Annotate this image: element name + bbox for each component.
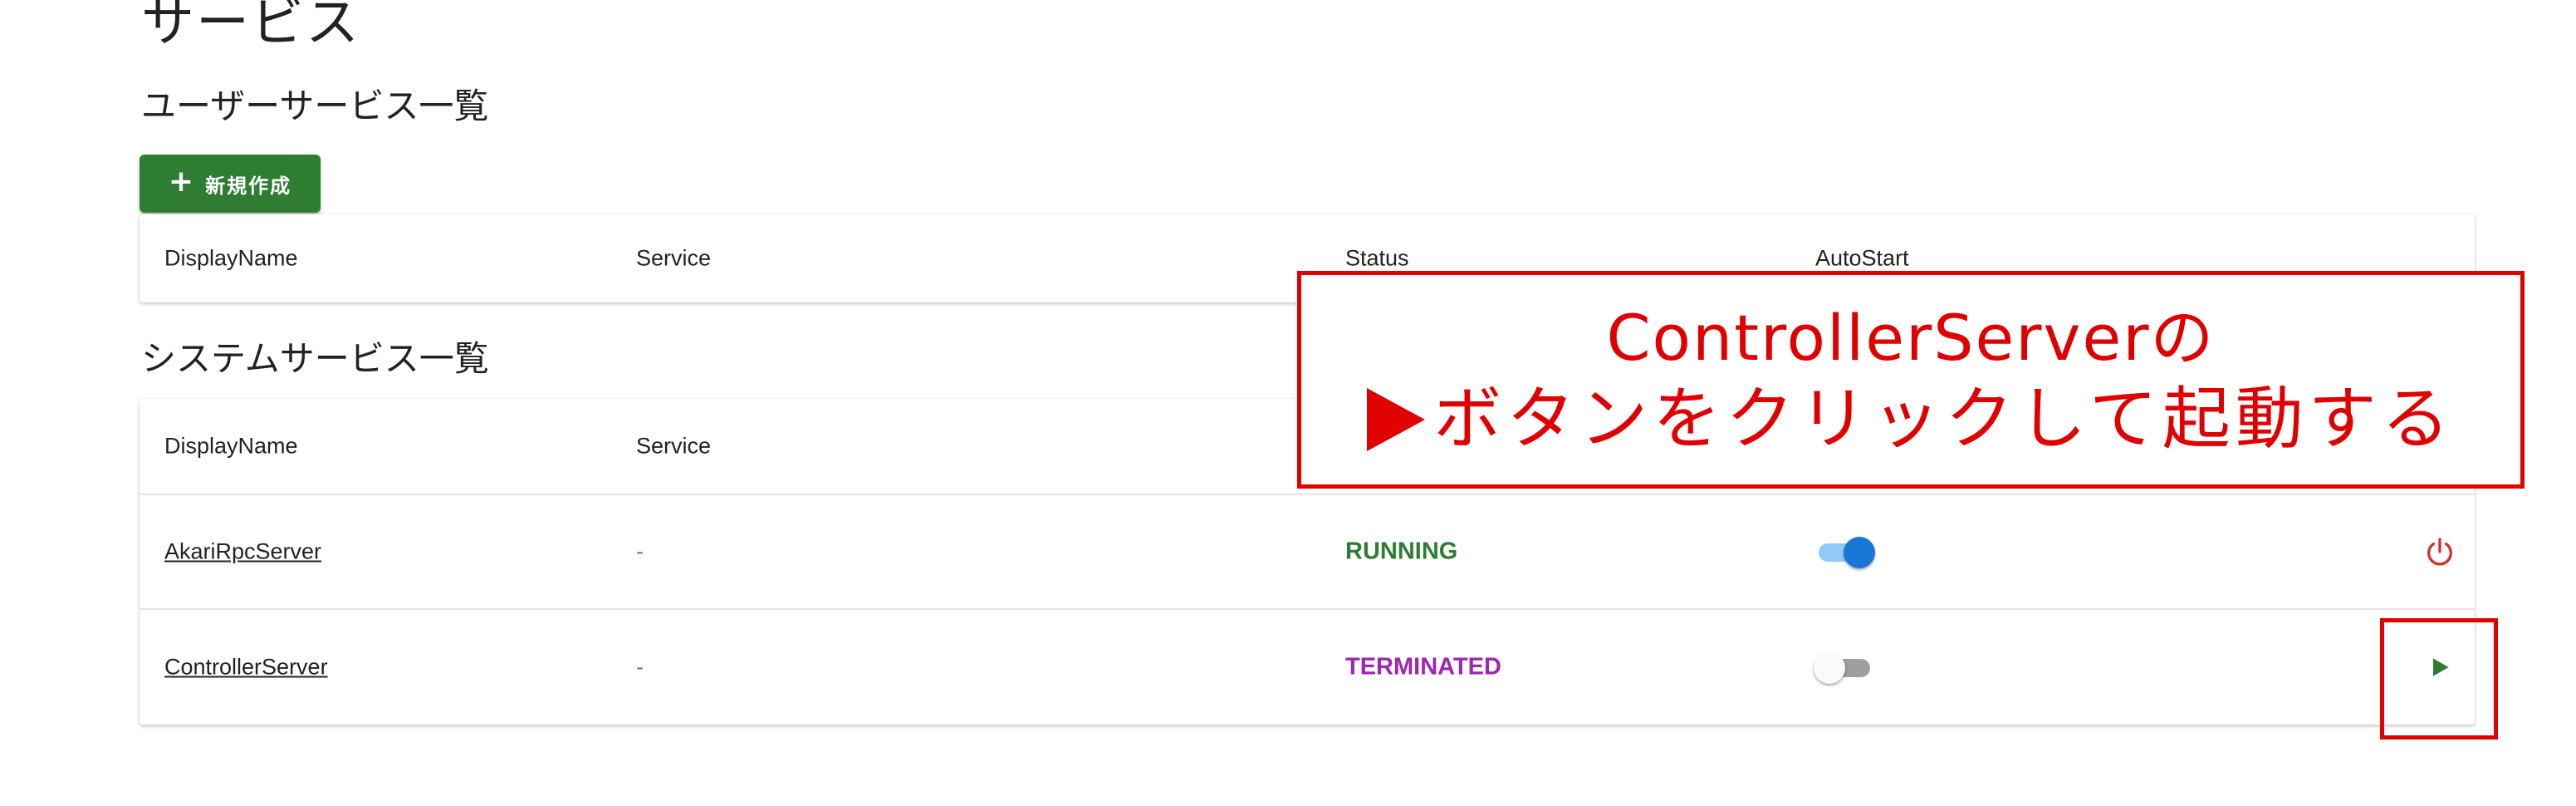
column-header-service[interactable]: Service (636, 434, 711, 460)
status-badge: TERMINATED (1345, 653, 1501, 681)
status-badge: RUNNING (1345, 538, 1458, 565)
annotation-line-2-text: ボタンをクリックして起動する (1433, 380, 2455, 459)
column-header-status[interactable]: Status (1345, 246, 1409, 272)
autostart-toggle[interactable] (1814, 535, 1877, 568)
power-icon (2427, 538, 2452, 566)
plus-icon: + (168, 165, 194, 199)
column-header-autostart[interactable]: AutoStart (1815, 246, 1909, 272)
service-name-link[interactable]: AkariRpcServer (164, 539, 321, 565)
table-row: AkariRpcServer - RUNNING (140, 495, 2475, 610)
new-service-button-label: 新規作成 (205, 174, 292, 198)
play-button-highlight (2380, 618, 2498, 740)
column-header-service[interactable]: Service (636, 246, 711, 272)
annotation-callout: ControllerServerの ボタンをクリックして起動する (1297, 271, 2525, 489)
new-service-button[interactable]: + 新規作成 (140, 155, 321, 213)
page-title: サービス (141, 0, 360, 54)
toggle-thumb (1814, 652, 1845, 684)
annotation-line-1: ControllerServerの (1606, 301, 2216, 375)
system-services-title: システムサービス一覧 (141, 338, 489, 379)
table-row: ControllerServer - TERMINATED (140, 610, 2475, 725)
toggle-thumb (1844, 537, 1875, 568)
play-arrow-icon (1367, 388, 1426, 451)
user-services-title: ユーザーサービス一覧 (141, 86, 489, 126)
service-value: - (636, 654, 644, 680)
service-name-link[interactable]: ControllerServer (164, 655, 328, 681)
autostart-toggle[interactable] (1814, 651, 1877, 684)
column-header-displayname[interactable]: DisplayName (164, 434, 298, 460)
service-value: - (636, 538, 644, 564)
column-header-displayname[interactable]: DisplayName (164, 246, 298, 272)
stop-service-button[interactable] (2413, 525, 2466, 578)
annotation-line-2: ボタンをクリックして起動する (1367, 378, 2455, 461)
